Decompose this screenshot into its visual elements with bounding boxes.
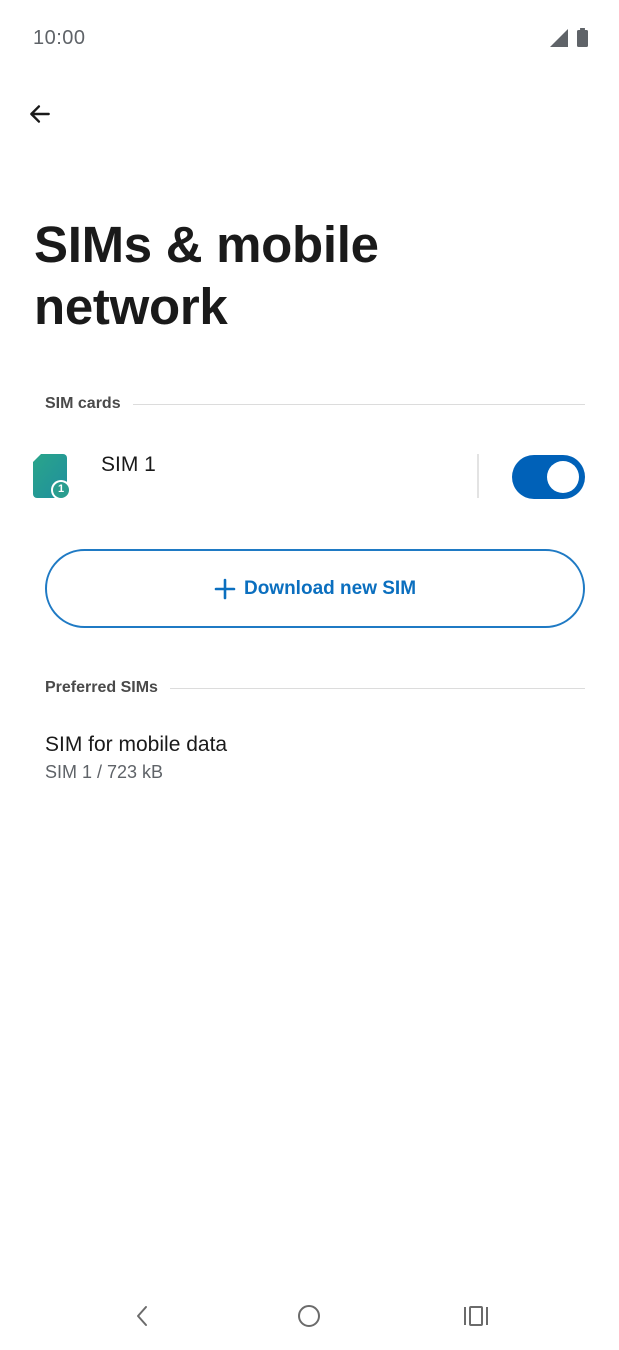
battery-icon bbox=[577, 28, 588, 47]
sim-card-icon bbox=[33, 454, 71, 500]
sim-badge-number: 1 bbox=[57, 483, 65, 495]
nav-recents-icon bbox=[464, 1306, 488, 1326]
nav-bar bbox=[0, 1288, 619, 1344]
screen: 10:00 SIMs & mobile network SIM cards 1 … bbox=[0, 0, 619, 1350]
status-time: 10:00 bbox=[33, 27, 86, 49]
preferred-sims-section-header: Preferred SIMs bbox=[45, 679, 585, 697]
download-button-label: Download new SIM bbox=[243, 577, 417, 599]
cell-signal-icon bbox=[550, 28, 568, 47]
sim-1-toggle[interactable] bbox=[512, 455, 585, 499]
nav-back-icon bbox=[137, 1306, 147, 1326]
download-new-sim-button[interactable]: Download new SIM bbox=[45, 549, 585, 628]
status-bar: 10:00 bbox=[0, 0, 619, 76]
pref-item-subtitle: SIM 1 / 723 kB bbox=[45, 762, 164, 782]
section-divider bbox=[169, 687, 585, 689]
sim-1-row[interactable]: 1 SIM 1 bbox=[0, 440, 619, 516]
section-divider bbox=[132, 403, 585, 405]
nav-recents-button[interactable] bbox=[458, 1300, 494, 1332]
nav-home-button[interactable] bbox=[291, 1300, 327, 1332]
nav-back-button[interactable] bbox=[124, 1300, 160, 1332]
back-button[interactable] bbox=[22, 96, 58, 132]
toggle-knob bbox=[547, 461, 579, 493]
vertical-divider bbox=[477, 454, 479, 498]
page-title: SIMs & mobile network bbox=[34, 216, 379, 335]
status-icons bbox=[550, 28, 588, 47]
plus-icon bbox=[214, 578, 236, 599]
preferred-sims-label: Preferred SIMs bbox=[45, 679, 158, 696]
sim-cards-label: SIM cards bbox=[45, 395, 121, 412]
sim-cards-section-header: SIM cards bbox=[45, 395, 585, 413]
nav-home-icon bbox=[298, 1305, 320, 1327]
arrow-back-icon bbox=[30, 105, 50, 123]
pref-item-title: SIM for mobile data bbox=[45, 733, 228, 756]
sim-1-label: SIM 1 bbox=[101, 453, 156, 476]
sim-for-mobile-data-item[interactable]: SIM for mobile data SIM 1 / 723 kB bbox=[45, 733, 585, 789]
